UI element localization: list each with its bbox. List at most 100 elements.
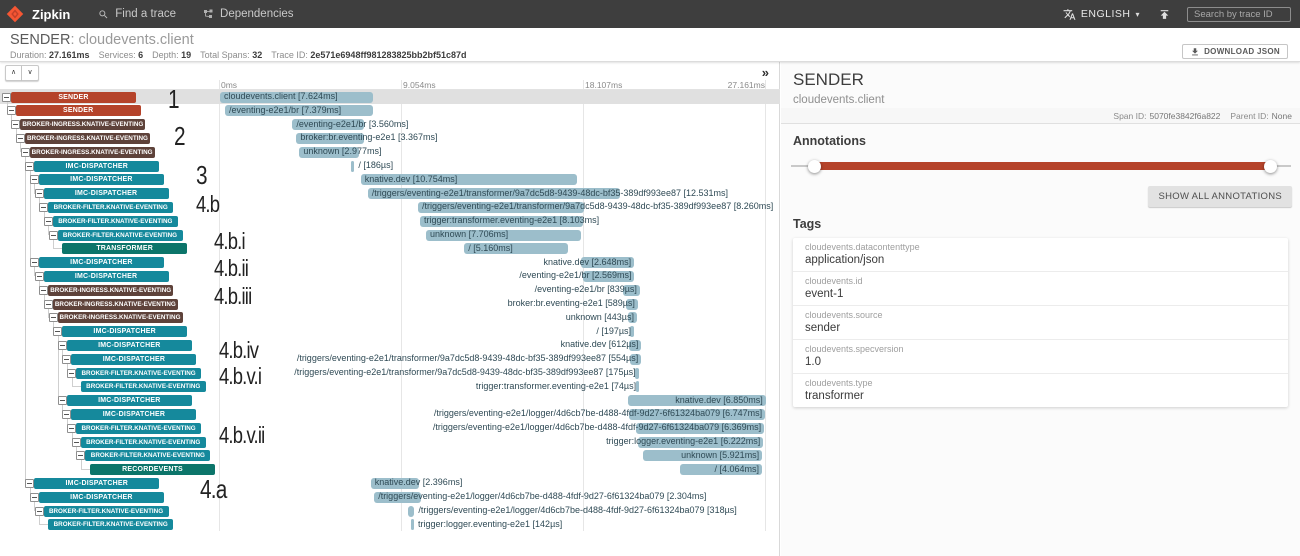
expand-toggle-icon[interactable] xyxy=(30,258,39,267)
trace-row[interactable]: BROKER-FILTER.KNATIVE-EVENTINGtrigger:tr… xyxy=(0,214,780,228)
service-badge[interactable]: IMC-DISPATCHER xyxy=(71,354,196,365)
service-badge[interactable]: IMC-DISPATCHER xyxy=(44,188,169,199)
trace-row[interactable]: IMC-DISPATCHER/eventing-e2e1/br [2.569ms… xyxy=(0,269,780,283)
expand-toggle-icon[interactable] xyxy=(44,300,53,309)
slider-range[interactable] xyxy=(814,162,1270,170)
trace-row[interactable]: BROKER-FILTER.KNATIVE-EVENTING/triggers/… xyxy=(0,421,780,435)
expand-toggle-icon[interactable] xyxy=(39,203,48,212)
expand-toggle-icon[interactable] xyxy=(67,369,76,378)
expand-toggle-icon[interactable] xyxy=(7,106,16,115)
span-bar[interactable] xyxy=(636,381,639,392)
expand-toggle-icon[interactable] xyxy=(58,341,67,350)
trace-row[interactable]: BROKER-INGRESS.KNATIVE-EVENTINGunknown [… xyxy=(0,145,780,159)
expand-toggle-icon[interactable] xyxy=(58,396,67,405)
zipkin-logo-icon[interactable] xyxy=(6,5,24,23)
service-badge[interactable]: BROKER-INGRESS.KNATIVE-EVENTING xyxy=(30,147,155,158)
service-badge[interactable]: RECORDEVENTS xyxy=(90,464,215,475)
trace-row[interactable]: IMC-DISPATCHER/triggers/eventing-e2e1/lo… xyxy=(0,407,780,421)
expand-toggle-icon[interactable] xyxy=(67,424,76,433)
trace-row[interactable]: BROKER-INGRESS.KNATIVE-EVENTING/eventing… xyxy=(0,283,780,297)
expand-toggle-icon[interactable] xyxy=(2,93,11,102)
expand-toggle-icon[interactable] xyxy=(16,134,25,143)
expand-toggle-icon[interactable] xyxy=(25,479,34,488)
expand-toggle-icon[interactable] xyxy=(39,286,48,295)
expand-toggle-icon[interactable] xyxy=(62,410,71,419)
service-badge[interactable]: BROKER-FILTER.KNATIVE-EVENTING xyxy=(48,519,173,530)
trace-row[interactable]: SENDER/eventing-e2e1/br [7.379ms] xyxy=(0,104,780,118)
service-badge[interactable]: BROKER-FILTER.KNATIVE-EVENTING xyxy=(81,437,206,448)
search-by-trace-id-input[interactable] xyxy=(1187,7,1291,22)
expand-toggle-icon[interactable] xyxy=(25,162,34,171)
service-badge[interactable]: IMC-DISPATCHER xyxy=(39,492,164,503)
trace-row[interactable]: TRANSFORMER/ [5.160ms] xyxy=(0,242,780,256)
service-badge[interactable]: BROKER-FILTER.KNATIVE-EVENTING xyxy=(48,202,173,213)
service-badge[interactable]: BROKER-INGRESS.KNATIVE-EVENTING xyxy=(53,299,178,310)
expand-toggle-icon[interactable] xyxy=(11,120,20,129)
service-badge[interactable]: SENDER xyxy=(16,105,141,116)
trace-row[interactable]: RECORDEVENTS/ [4.064ms] xyxy=(0,463,780,477)
expand-toggle-icon[interactable] xyxy=(21,148,30,157)
trace-row[interactable]: IMC-DISPATCHERknative.dev [10.754ms] xyxy=(0,173,780,187)
service-badge[interactable]: TRANSFORMER xyxy=(62,243,187,254)
trace-row[interactable]: BROKER-FILTER.KNATIVE-EVENTINGunknown [7… xyxy=(0,228,780,242)
trace-row[interactable]: BROKER-INGRESS.KNATIVE-EVENTING/eventing… xyxy=(0,118,780,132)
service-badge[interactable]: IMC-DISPATCHER xyxy=(67,395,192,406)
service-badge[interactable]: IMC-DISPATCHER xyxy=(34,478,159,489)
trace-row[interactable]: IMC-DISPATCHER/triggers/eventing-e2e1/tr… xyxy=(0,187,780,201)
service-badge[interactable]: BROKER-FILTER.KNATIVE-EVENTING xyxy=(44,506,169,517)
trace-row[interactable]: BROKER-FILTER.KNATIVE-EVENTINGtrigger:lo… xyxy=(0,518,780,532)
expand-toggle-icon[interactable] xyxy=(49,231,58,240)
expand-toggle-icon[interactable] xyxy=(35,507,44,516)
expand-toggle-icon[interactable] xyxy=(44,217,53,226)
span-bar[interactable] xyxy=(351,161,355,172)
trace-row[interactable]: IMC-DISPATCHERknative.dev [6.850ms] xyxy=(0,394,780,408)
collapse-all-button[interactable]: ∧ xyxy=(5,65,22,81)
nav-find-a-trace[interactable]: Find a trace xyxy=(98,8,176,20)
service-badge[interactable]: IMC-DISPATCHER xyxy=(39,257,164,268)
trace-row[interactable]: IMC-DISPATCHER/ [197µs] xyxy=(0,325,780,339)
service-badge[interactable]: BROKER-FILTER.KNATIVE-EVENTING xyxy=(85,450,210,461)
service-badge[interactable]: BROKER-FILTER.KNATIVE-EVENTING xyxy=(58,230,183,241)
trace-row[interactable]: IMC-DISPATCHER/triggers/eventing-e2e1/lo… xyxy=(0,490,780,504)
service-badge[interactable]: BROKER-FILTER.KNATIVE-EVENTING xyxy=(76,368,201,379)
trace-row[interactable]: BROKER-INGRESS.KNATIVE-EVENTINGbroker:br… xyxy=(0,131,780,145)
service-badge[interactable]: BROKER-INGRESS.KNATIVE-EVENTING xyxy=(20,119,145,130)
service-badge[interactable]: IMC-DISPATCHER xyxy=(67,340,192,351)
span-bar[interactable] xyxy=(408,506,414,517)
span-bar[interactable] xyxy=(411,519,414,530)
trace-row[interactable]: IMC-DISPATCHERknative.dev [612µs] xyxy=(0,338,780,352)
slider-handle-left[interactable] xyxy=(808,160,821,173)
service-badge[interactable]: BROKER-FILTER.KNATIVE-EVENTING xyxy=(53,216,178,227)
expand-toggle-icon[interactable] xyxy=(72,438,81,447)
expand-toggle-icon[interactable] xyxy=(35,189,44,198)
show-all-annotations-button[interactable]: SHOW ALL ANNOTATIONS xyxy=(1148,186,1292,207)
service-badge[interactable]: BROKER-INGRESS.KNATIVE-EVENTING xyxy=(48,285,173,296)
expand-toggle-icon[interactable] xyxy=(30,493,39,502)
expand-toggle-icon[interactable] xyxy=(49,313,58,322)
nav-dependencies[interactable]: Dependencies xyxy=(202,8,294,20)
trace-row[interactable]: BROKER-FILTER.KNATIVE-EVENTING/triggers/… xyxy=(0,504,780,518)
expand-toggle-icon[interactable] xyxy=(76,451,85,460)
language-selector[interactable]: ENGLISH ▾ xyxy=(1063,8,1140,21)
trace-row[interactable]: IMC-DISPATCHER/triggers/eventing-e2e1/tr… xyxy=(0,352,780,366)
trace-row[interactable]: BROKER-FILTER.KNATIVE-EVENTINGtrigger:lo… xyxy=(0,435,780,449)
service-badge[interactable]: IMC-DISPATCHER xyxy=(34,161,159,172)
download-json-button[interactable]: DOWNLOAD JSON xyxy=(1182,44,1288,59)
trace-row[interactable]: BROKER-FILTER.KNATIVE-EVENTING/triggers/… xyxy=(0,200,780,214)
trace-row[interactable]: IMC-DISPATCHERknative.dev [2.648ms] xyxy=(0,256,780,270)
slider-handle-right[interactable] xyxy=(1264,160,1277,173)
expand-toggle-icon[interactable] xyxy=(53,327,62,336)
trace-row[interactable]: SENDERcloudevents.client [7.624ms] xyxy=(0,90,780,104)
trace-row[interactable]: BROKER-FILTER.KNATIVE-EVENTINGunknown [5… xyxy=(0,449,780,463)
service-badge[interactable]: BROKER-INGRESS.KNATIVE-EVENTING xyxy=(25,133,150,144)
upload-trace-button[interactable] xyxy=(1158,8,1171,21)
trace-row[interactable]: IMC-DISPATCHER/ [186µs] xyxy=(0,159,780,173)
trace-row[interactable]: BROKER-FILTER.KNATIVE-EVENTING/triggers/… xyxy=(0,366,780,380)
trace-row[interactable]: IMC-DISPATCHERknative.dev [2.396ms] xyxy=(0,476,780,490)
expand-toggle-icon[interactable] xyxy=(35,272,44,281)
expand-toggle-icon[interactable] xyxy=(30,175,39,184)
service-badge[interactable]: IMC-DISPATCHER xyxy=(44,271,169,282)
service-badge[interactable]: BROKER-FILTER.KNATIVE-EVENTING xyxy=(81,381,206,392)
trace-row[interactable]: BROKER-INGRESS.KNATIVE-EVENTINGunknown [… xyxy=(0,311,780,325)
expand-toggle-icon[interactable] xyxy=(62,355,71,364)
